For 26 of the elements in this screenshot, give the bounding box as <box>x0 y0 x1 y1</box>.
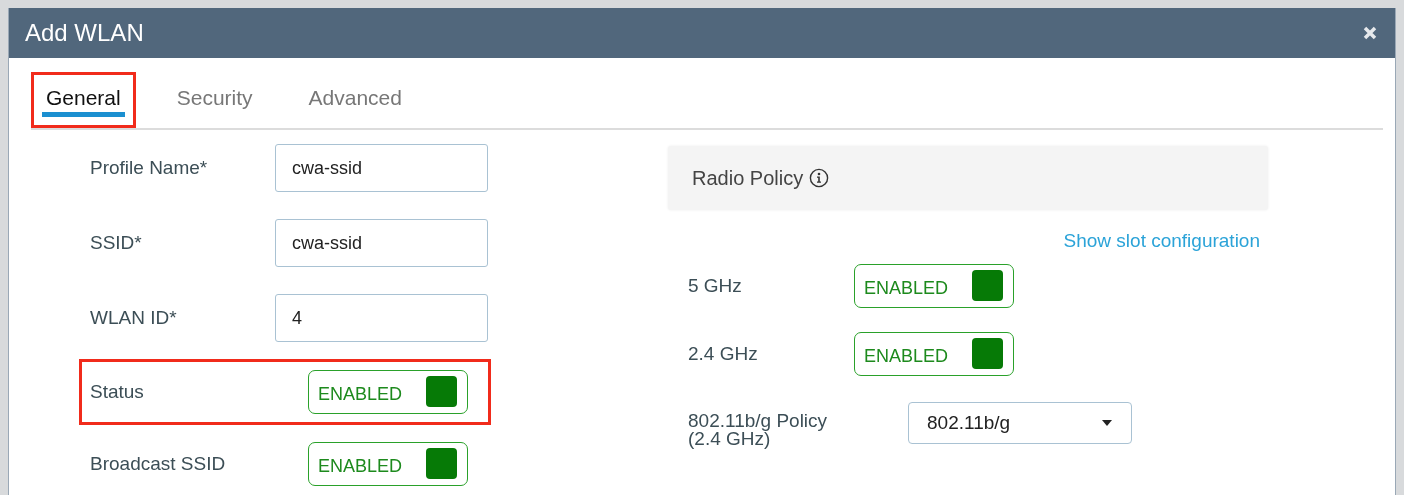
tab[interactable]: Security <box>172 75 257 117</box>
policy-dropdown[interactable]: 802.11b/g <box>908 402 1132 444</box>
toggle-switch[interactable]: ENABLED <box>854 332 1014 376</box>
input-field[interactable]: cwa-ssid <box>274 144 488 192</box>
band-label: 5 GHz <box>687 275 743 297</box>
toggle-switch[interactable]: ENABLED <box>308 442 468 486</box>
field-label: Profile Name* <box>90 157 209 179</box>
band-label: 2.4 GHz <box>687 343 759 365</box>
close-icon[interactable] <box>1363 26 1377 40</box>
show-slot-configuration-link[interactable]: Show slot configuration <box>1063 230 1260 252</box>
field-label: 802.11b/g Policy <box>688 412 829 430</box>
tab[interactable]: Advanced <box>304 75 406 117</box>
field-sublabel: (2.4 GHz) <box>688 430 772 448</box>
input-field[interactable]: 4 <box>274 294 488 342</box>
caret-icon <box>1101 419 1113 427</box>
window-title: Add WLAN <box>25 19 144 47</box>
toggle-switch[interactable]: ENABLED <box>854 264 1014 308</box>
field-label: Status <box>90 381 145 403</box>
tab[interactable]: General <box>42 75 125 117</box>
field-label: Broadcast SSID <box>90 453 227 475</box>
input-field[interactable]: cwa-ssid <box>274 219 488 267</box>
info-icon[interactable] <box>809 168 830 188</box>
field-label: SSID* <box>90 232 143 254</box>
toggle-switch[interactable]: ENABLED <box>308 370 468 414</box>
section-title: Radio Policy <box>692 166 804 190</box>
field-label: WLAN ID* <box>90 307 178 329</box>
